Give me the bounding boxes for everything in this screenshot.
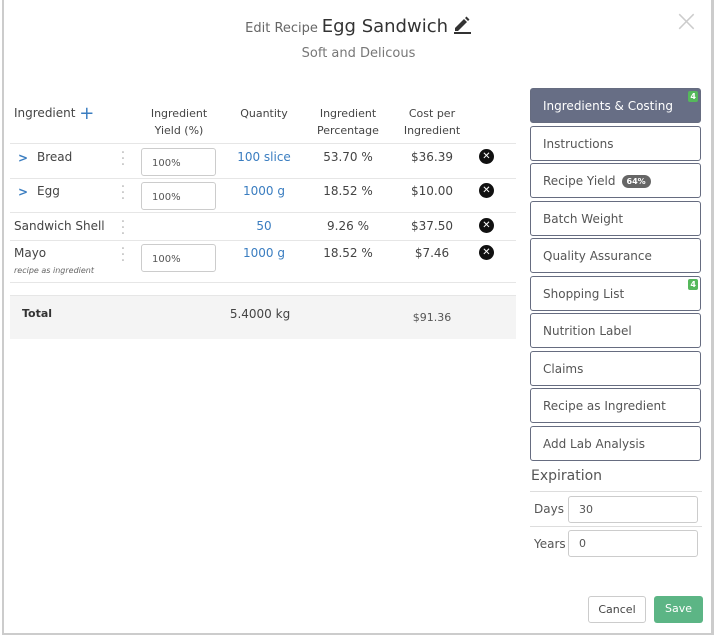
drag-handle-icon[interactable]: · · · <box>120 242 126 268</box>
table-row: Mayo recipe as ingredient · · · 100% 1000 … <box>10 240 516 283</box>
sidebar-item-nutrition-label[interactable]: Nutrition Label <box>530 313 701 348</box>
yield-input[interactable]: 100% <box>141 244 216 272</box>
ingredient-name: Sandwich Shell <box>14 219 105 233</box>
edit-pencil-icon[interactable] <box>452 14 472 37</box>
days-label: Days <box>534 502 564 516</box>
drag-handle-icon[interactable]: · · · <box>120 146 126 172</box>
ingredient-name: Bread <box>37 150 73 164</box>
percentage: 9.26 % <box>327 219 369 233</box>
table-row: Sandwich Shell · · · 50 9.26 % $37.50 ✕ <box>10 212 516 241</box>
remove-ingredient-icon[interactable]: ✕ <box>479 245 494 260</box>
divider <box>530 526 702 527</box>
remove-ingredient-icon[interactable]: ✕ <box>479 218 494 233</box>
sidebar-item-shopping-list[interactable]: Shopping List 4 <box>530 275 701 311</box>
remove-ingredient-icon[interactable]: ✕ <box>479 183 494 198</box>
sidebar-item-ingredients-costing[interactable]: Ingredients & Costing 4 <box>530 88 701 123</box>
ingredient-name: Egg <box>37 184 60 198</box>
quantity-link[interactable]: 50 <box>224 219 304 233</box>
sidebar-item-recipe-yield[interactable]: Recipe Yield 64% <box>530 163 701 198</box>
total-label: Total <box>22 307 53 320</box>
sidebar-item-claims[interactable]: Claims <box>530 350 701 386</box>
ingredient-name: Mayo <box>14 246 47 260</box>
sidebar-item-label: Batch Weight <box>543 211 624 226</box>
yield-pill: 64% <box>621 175 651 188</box>
table-row: > Egg · · · 100% 1000 g 18.52 % $10.00 ✕ <box>10 178 516 212</box>
recipe-name: Egg Sandwich <box>321 16 449 37</box>
expand-chevron-icon[interactable]: > <box>18 185 28 199</box>
close-icon[interactable]: × <box>674 4 699 39</box>
quantity-link[interactable]: 100 slice <box>224 150 304 164</box>
cost: $10.00 <box>411 184 453 198</box>
sidebar-item-instructions[interactable]: Instructions <box>530 125 701 161</box>
col-header-yield: Ingredient Yield (%) <box>150 107 208 137</box>
drag-handle-icon[interactable]: · · · <box>120 215 126 241</box>
sidebar-item-label: Recipe Yield <box>543 174 616 188</box>
total-quantity: 5.4000 kg <box>229 307 291 321</box>
yield-input[interactable]: 100% <box>141 182 216 210</box>
expand-chevron-icon[interactable]: > <box>18 151 28 165</box>
days-input[interactable]: 30 <box>568 496 698 523</box>
remove-ingredient-icon[interactable]: ✕ <box>479 149 494 164</box>
percentage: 18.52 % <box>323 246 373 260</box>
recipe-subtitle: Soft and Delicous <box>301 46 416 61</box>
sidebar-item-add-lab-analysis[interactable]: Add Lab Analysis <box>530 425 701 461</box>
ingredient-note: recipe as ingredient <box>14 266 94 275</box>
count-badge: 4 <box>688 91 698 102</box>
expiration-title: Expiration <box>531 468 603 484</box>
quantity-link[interactable]: 1000 g <box>224 184 304 198</box>
cost: $37.50 <box>411 219 453 233</box>
cost: $36.39 <box>411 150 453 164</box>
col-header-percentage: Ingredient Percentage <box>317 107 379 137</box>
cancel-button[interactable]: Cancel <box>588 596 646 623</box>
sidebar-item-label: Instructions <box>543 136 614 151</box>
table-row: > Bread · · · 100% 100 slice 53.70 % $36.3… <box>10 143 516 178</box>
cost: $7.46 <box>414 246 450 260</box>
sidebar-item-label: Quality Assurance <box>543 249 652 263</box>
yield-input[interactable]: 100% <box>141 148 216 176</box>
sidebar-item-quality-assurance[interactable]: Quality Assurance <box>530 238 701 273</box>
sidebar-item-recipe-as-ingredient[interactable]: Recipe as Ingredient <box>530 388 701 423</box>
save-button[interactable]: Save <box>654 596 703 623</box>
sidebar-item-label: Ingredients & Costing <box>543 99 673 113</box>
sidebar-item-label: Add Lab Analysis <box>543 436 645 451</box>
divider <box>530 491 702 492</box>
total-row: Total 5.4000 kg $91.36 <box>10 295 516 339</box>
percentage: 18.52 % <box>323 184 373 198</box>
sidebar-item-batch-weight[interactable]: Batch Weight <box>530 200 701 236</box>
percentage: 53.70 % <box>323 150 373 164</box>
total-cost: $91.36 <box>412 311 452 324</box>
quantity-link[interactable]: 1000 g <box>224 246 304 260</box>
years-label: Years <box>534 537 566 551</box>
years-input[interactable]: 0 <box>568 530 698 557</box>
title-prefix: Edit Recipe <box>245 21 318 36</box>
add-ingredient-icon[interactable]: + <box>79 103 94 124</box>
col-header-quantity: Quantity <box>240 107 288 120</box>
col-header-cost: Cost per Ingredient <box>403 107 461 137</box>
dialog-title: Edit Recipe Egg Sandwich <box>0 14 717 37</box>
sidebar-item-label: Nutrition Label <box>543 324 632 338</box>
col-header-ingredient: Ingredient + <box>14 103 95 124</box>
sidebar-item-label: Shopping List <box>543 286 625 301</box>
count-badge: 4 <box>688 278 698 290</box>
drag-handle-icon[interactable]: · · · <box>120 180 126 206</box>
sidebar-item-label: Claims <box>543 361 584 376</box>
sidebar-item-label: Recipe as Ingredient <box>543 399 666 413</box>
